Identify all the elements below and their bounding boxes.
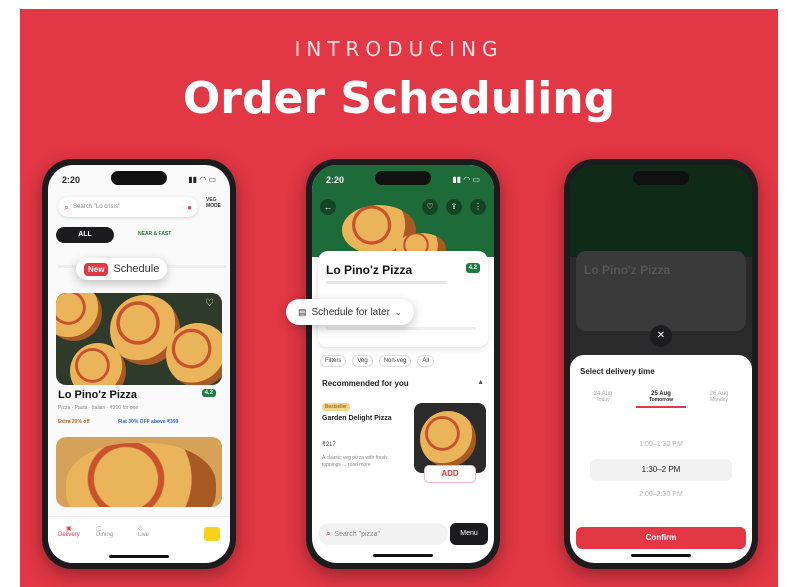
status-time: 2:20 <box>326 175 345 185</box>
time-slot[interactable]: 1:00–1:30 PM <box>570 441 752 448</box>
status-icons: ▮▮ ◠ ▭ <box>452 175 480 184</box>
restaurant-name: Lo Pino'z Pizza <box>58 389 138 401</box>
heart-icon[interactable]: ♡ <box>205 298 214 309</box>
offer-extra: Extra 20% off <box>58 419 90 425</box>
restaurant-meta: Pizza · Pasta · Italian · ₹200 for one <box>58 405 139 411</box>
time-slot[interactable]: 2:00–2:30 PM <box>570 491 752 498</box>
menu-search[interactable]: ⌕ Search "pizza" <box>318 523 448 545</box>
confirm-button[interactable]: Confirm <box>576 527 746 549</box>
veg-mode-toggle[interactable]: VEG MODE <box>206 197 222 209</box>
filter-row: Filters Veg Non-veg All <box>320 355 435 367</box>
close-icon[interactable]: ✕ <box>650 325 672 347</box>
add-button[interactable]: ADD <box>424 465 476 483</box>
menu-button[interactable]: Menu <box>450 523 488 545</box>
home-indicator <box>109 555 169 558</box>
restaurant-image[interactable]: ♡ <box>56 293 222 385</box>
pizza-image <box>420 411 476 467</box>
promo-banner: INTRODUCING Order Scheduling 2:20 ▮▮ ◠ ▭… <box>20 9 778 587</box>
date-tab[interactable]: 26 Aug Monday <box>694 391 744 408</box>
notch <box>111 171 167 185</box>
schedule-label: Schedule <box>113 263 160 275</box>
restaurant-name: Lo Pino'z Pizza <box>584 263 671 277</box>
nav-delivery-label: Delivery <box>58 532 80 538</box>
live-icon: ◇ <box>138 526 143 532</box>
pizza-image <box>66 443 216 507</box>
phone-schedule: Lo Pino'z Pizza ✕ Select delivery time 2… <box>564 159 758 569</box>
nav-delivery[interactable]: ▣ Delivery <box>58 525 80 538</box>
phone-home: 2:20 ▮▮ ◠ ▭ ⌕ Search "Lo crisis" ● VEG M… <box>42 159 236 569</box>
status-time: 2:20 <box>62 175 81 185</box>
schedule-filter-chip[interactable]: New Schedule <box>76 258 168 280</box>
chevron-down-icon: ⌄ <box>394 307 402 317</box>
item-price: ₹217 <box>322 442 336 448</box>
filter-chip[interactable]: Veg <box>352 355 373 367</box>
bestseller-tag: Bestseller <box>322 403 350 411</box>
schedule-for-later-chip[interactable]: ▤ Schedule for later ⌄ <box>286 299 414 325</box>
tab-all[interactable]: ALL <box>56 227 114 243</box>
chevron-up-icon[interactable]: ▲ <box>477 379 484 386</box>
phone-home-screen: 2:20 ▮▮ ◠ ▭ ⌕ Search "Lo crisis" ● VEG M… <box>48 165 230 563</box>
rating-badge: 4.2 <box>201 389 216 397</box>
mic-icon[interactable]: ● <box>187 203 192 212</box>
home-indicator <box>373 554 433 557</box>
search-bar[interactable]: ⌕ Search "Lo crisis" ● <box>58 197 198 217</box>
dining-icon: ▢ <box>96 526 102 532</box>
delivery-time-sheet: Select delivery time 24 Aug Today 25 Aug T… <box>570 355 752 563</box>
date-tab-sub: Today <box>596 397 610 403</box>
time-slot-selected[interactable]: 1:30–2 PM <box>590 459 732 481</box>
pizza-image <box>166 323 222 385</box>
notch <box>375 171 431 185</box>
sheet-title: Select delivery time <box>580 367 655 376</box>
pizza-image <box>56 293 102 341</box>
restaurant-name: Lo Pino'z Pizza <box>326 263 413 277</box>
dimmed-card: Lo Pino'z Pizza <box>576 251 746 331</box>
share-icon[interactable]: ⇪ <box>446 199 462 215</box>
banner-headline: Order Scheduling <box>182 73 616 124</box>
item-image[interactable] <box>414 403 486 473</box>
home-indicator <box>631 554 691 557</box>
tab-near-fast[interactable]: NEAR & FAST <box>138 231 171 237</box>
heart-icon[interactable]: ♡ <box>422 199 438 215</box>
item-description: A classic veg pizza with fresh toppings … <box>322 455 387 468</box>
phone-restaurant-screen: 2:20 ▮▮ ◠ ▭ ← ♡ ⇪ ⋮ Lo Pino'z Pizza 4.2 … <box>312 165 494 563</box>
back-icon[interactable]: ← <box>320 199 336 215</box>
search-icon: ⌕ <box>64 201 70 212</box>
offer-flat: Flat 30% OFF above ₹399 <box>118 419 179 425</box>
date-tab-selected[interactable]: 25 Aug Tomorrow <box>636 391 686 408</box>
restaurant-image[interactable] <box>56 437 222 507</box>
phone-schedule-screen: Lo Pino'z Pizza ✕ Select delivery time 2… <box>570 165 752 563</box>
date-tab[interactable]: 24 Aug Today <box>578 391 628 408</box>
schedule-for-later-label: Schedule for later <box>311 306 390 318</box>
date-tabs: 24 Aug Today 25 Aug Tomorrow 26 Aug Monday <box>578 391 744 408</box>
filter-chip[interactable]: Non-veg <box>378 355 412 367</box>
search-placeholder: Search "Lo crisis" <box>73 204 120 210</box>
banner-kicker: INTRODUCING <box>294 37 504 61</box>
date-tab-sub: Tomorrow <box>648 397 674 403</box>
calendar-icon: ▤ <box>298 306 307 317</box>
notch <box>633 171 689 185</box>
rating-badge: 4.2 <box>465 263 480 273</box>
nav-live-label: Live <box>138 532 150 538</box>
nav-live[interactable]: ◇ Live <box>138 525 149 538</box>
phone-restaurant: 2:20 ▮▮ ◠ ▭ ← ♡ ⇪ ⋮ Lo Pino'z Pizza 4.2 … <box>306 159 500 569</box>
nav-dining-label: Dining <box>96 532 114 538</box>
date-tab-sub: Monday <box>710 397 728 403</box>
filter-chip[interactable]: All <box>417 355 435 367</box>
meta-line <box>326 281 446 284</box>
status-icons: ▮▮ ◠ ▭ <box>188 175 216 184</box>
new-badge: New <box>84 262 109 276</box>
more-icon[interactable]: ⋮ <box>470 199 486 215</box>
filter-chip[interactable]: Filters <box>320 355 347 367</box>
item-name: Garden Delight Pizza <box>322 415 392 422</box>
bottom-nav: ▣ Delivery ▢ Dining ◇ Live <box>48 516 230 563</box>
section-title: Recommended for you <box>322 379 409 388</box>
offer-line <box>326 327 476 330</box>
menu-search-placeholder: Search "pizza" <box>334 530 380 538</box>
search-icon: ⌕ <box>326 529 331 538</box>
nav-dining[interactable]: ▢ Dining <box>96 525 113 538</box>
delivery-icon: ▣ <box>66 526 72 532</box>
promo-icon[interactable] <box>204 527 220 541</box>
